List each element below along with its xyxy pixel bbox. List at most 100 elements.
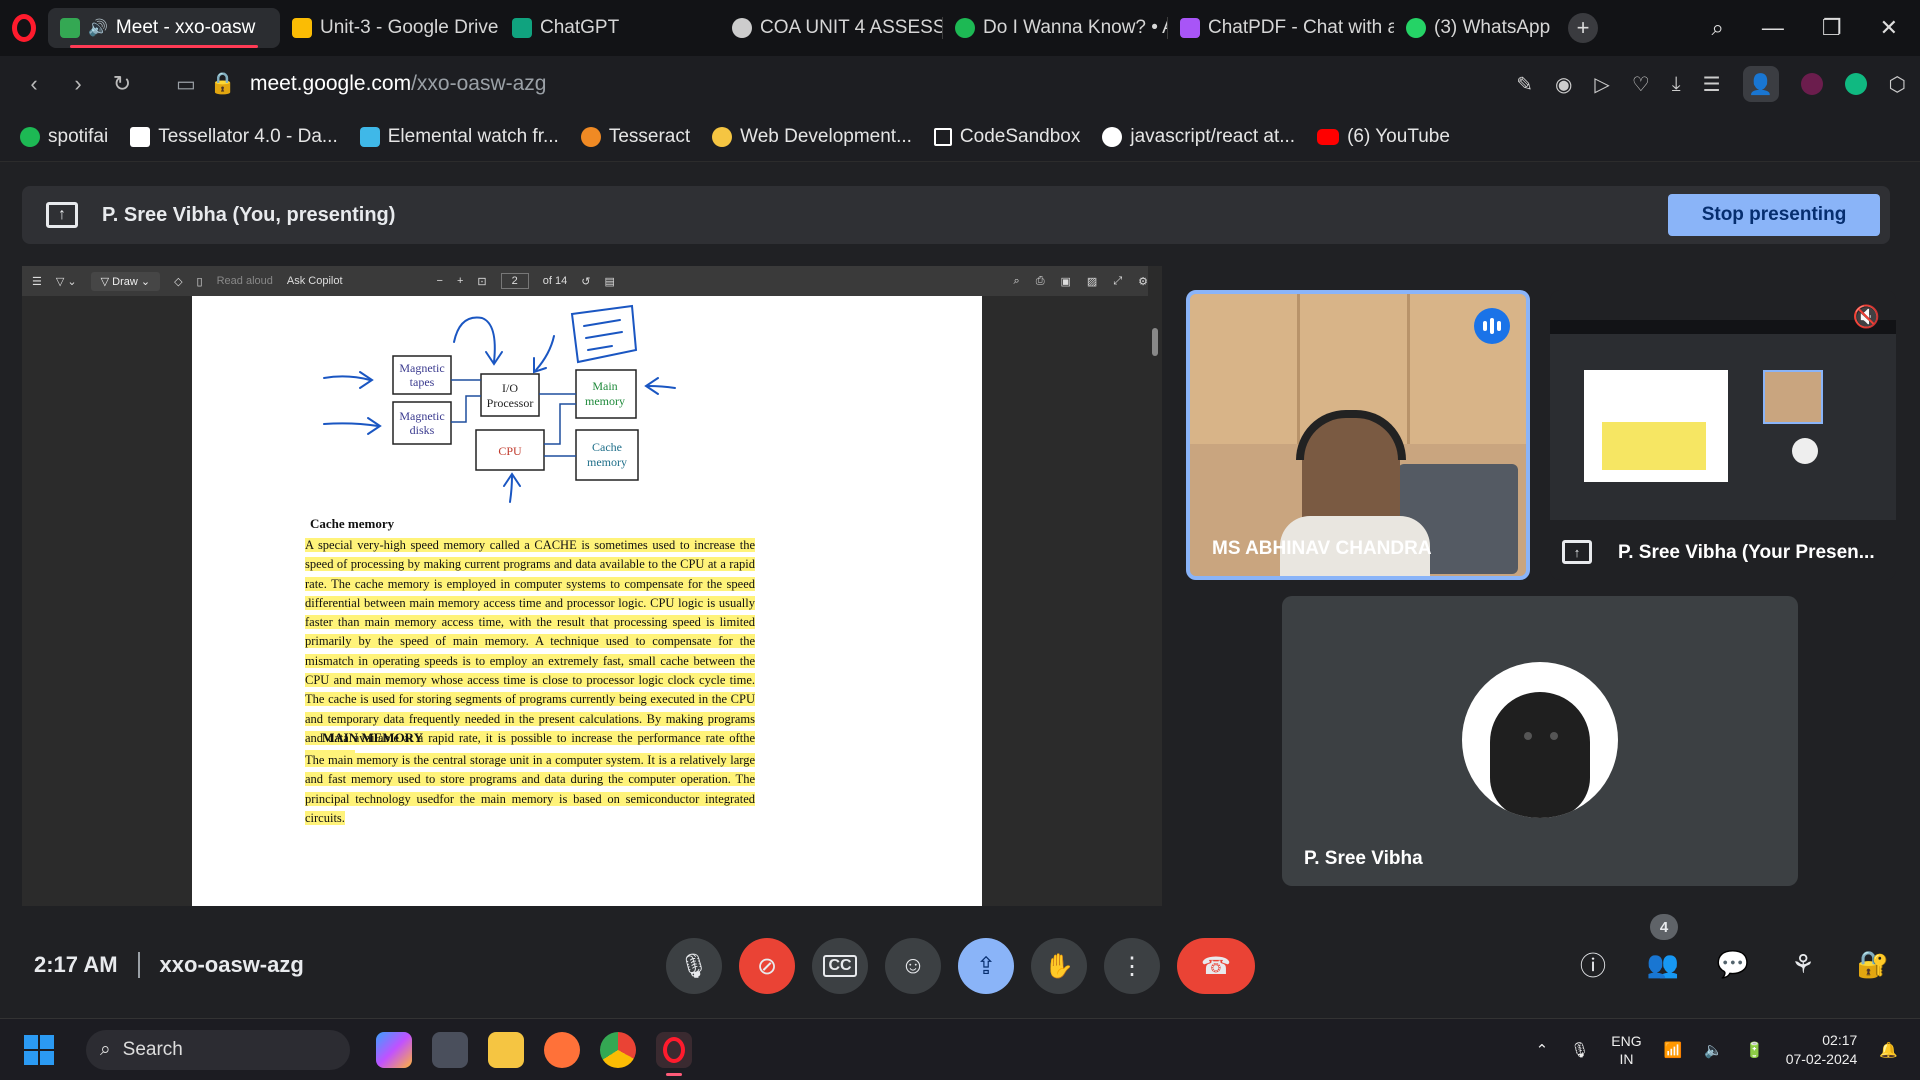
url-field[interactable]: ▭ 🔒 meet.google.com/xxo-oasw-azg xyxy=(176,72,546,97)
extensions-cube-icon[interactable]: ⬡ xyxy=(1889,72,1906,97)
minimize-icon[interactable]: — xyxy=(1762,15,1784,41)
opera-app-icon[interactable] xyxy=(656,1031,692,1076)
system-tray: ⌃ 🎙 ENG IN 📶 🔈 🔋 02:17 07-02-2024 🔔 xyxy=(1536,1031,1920,1069)
download-icon[interactable]: ⤓ xyxy=(1672,73,1681,96)
chevron-up-icon[interactable]: ⌃ xyxy=(1536,1041,1549,1059)
firefox-icon[interactable] xyxy=(544,1031,580,1068)
page-view-icon[interactable]: ▤ xyxy=(604,275,614,288)
host-controls-button[interactable]: 🔐 xyxy=(1856,944,1890,984)
camera-off-button[interactable]: ⊘ xyxy=(739,938,795,994)
read-aloud-button[interactable]: Read aloud xyxy=(217,275,273,287)
leave-call-button[interactable]: ☎ xyxy=(1177,938,1255,994)
captions-button[interactable]: CC xyxy=(812,938,868,994)
close-icon[interactable]: ✕ xyxy=(1880,15,1898,41)
wifi-icon[interactable]: 📶 xyxy=(1664,1041,1683,1059)
tab-spotify[interactable]: Do I Wanna Know? • A xyxy=(943,8,1167,48)
extension-icon[interactable] xyxy=(1844,73,1867,95)
reactions-button[interactable]: ☺ xyxy=(885,938,941,994)
zoom-in-icon[interactable]: + xyxy=(457,275,463,287)
new-tab-button[interactable]: + xyxy=(1568,13,1598,43)
speaker-icon[interactable]: 🔊 xyxy=(88,18,108,38)
draw-button[interactable]: ▽ Draw ⌄ xyxy=(90,271,161,291)
save-icon[interactable]: ▣ xyxy=(1061,275,1071,288)
zoom-out-icon[interactable]: − xyxy=(437,275,443,287)
search-icon[interactable]: ⌕ xyxy=(1014,275,1020,288)
participant-tile-speaker[interactable]: MS ABHINAV CHANDRA xyxy=(1186,290,1530,580)
search-tabs-icon[interactable]: ⌕ xyxy=(1712,15,1724,41)
easy-setup-icon[interactable]: ☰ xyxy=(1703,72,1721,97)
raise-hand-button[interactable]: ✋ xyxy=(1031,938,1087,994)
bookmark-elemental[interactable]: Elemental watch fr... xyxy=(359,126,559,148)
camera-icon[interactable]: ◉ xyxy=(1555,72,1572,97)
calculator-app-icon[interactable] xyxy=(432,1031,468,1068)
tab-label: Unit-3 - Google Drive xyxy=(320,17,499,38)
chrome-icon[interactable] xyxy=(600,1031,636,1068)
text-icon[interactable]: ▯ xyxy=(197,275,203,288)
battery-icon[interactable]: 🔋 xyxy=(1745,1041,1764,1059)
meeting-time: 2:17 AM xyxy=(34,952,118,977)
restore-icon[interactable]: ❐ xyxy=(1822,15,1842,41)
print-icon[interactable]: ⎙ xyxy=(1036,275,1045,288)
contents-icon[interactable]: ☰ xyxy=(32,275,42,288)
opera-logo[interactable] xyxy=(0,0,48,56)
microphone-tray-icon[interactable]: 🎙 xyxy=(1570,1041,1589,1059)
reload-icon[interactable]: ↻ xyxy=(102,64,142,104)
settings-icon[interactable]: ⚙ xyxy=(1138,275,1148,288)
eraser-icon[interactable]: ◇ xyxy=(174,275,182,288)
tab-chatpdf[interactable]: ChatPDF - Chat with ar xyxy=(1168,8,1394,48)
taskbar-search[interactable]: ⌕ Search xyxy=(86,1029,350,1070)
system-clock[interactable]: 02:17 07-02-2024 xyxy=(1786,1031,1858,1069)
save-as-icon[interactable]: ▨ xyxy=(1087,275,1097,288)
bookmark-spotifai[interactable]: spotifai xyxy=(20,126,108,148)
participant-name: P. Sree Vibha (Your Presen... xyxy=(1618,542,1875,563)
present-button[interactable]: ⇪ xyxy=(958,938,1014,994)
tab-coa[interactable]: COA UNIT 4 ASSESSME xyxy=(720,8,942,48)
bookmark-github[interactable]: javascript/react at... xyxy=(1102,126,1295,148)
highlight-icon[interactable]: ▽ ⌄ xyxy=(56,275,77,288)
ask-copilot-button[interactable]: Ask Copilot xyxy=(287,275,343,287)
tab-chatgpt[interactable]: ChatGPT xyxy=(500,8,720,48)
people-button[interactable]: 4 👥 xyxy=(1646,914,1680,984)
bookmark-codesandbox[interactable]: CodeSandbox xyxy=(933,125,1081,148)
tab-whatsapp[interactable]: (3) WhatsApp xyxy=(1394,8,1560,48)
notification-bell-icon[interactable]: 🔔 xyxy=(1879,1041,1898,1059)
forward-icon[interactable]: › xyxy=(58,64,98,104)
bookmark-webdev[interactable]: Web Development... xyxy=(712,126,912,148)
heart-icon[interactable]: ♡ xyxy=(1632,72,1650,97)
lock-icon[interactable]: 🔒 xyxy=(210,72,236,96)
extension-icon[interactable] xyxy=(1800,73,1823,95)
windows-taskbar: ⌕ Search ⌃ 🎙 ENG IN 📶 🔈 🔋 02:17 07-02-20… xyxy=(0,1018,1920,1080)
copilot-app-icon[interactable] xyxy=(376,1031,412,1068)
profile-icon[interactable]: 👤 xyxy=(1742,66,1779,102)
rotate-icon[interactable]: ↺ xyxy=(581,275,590,288)
bookmark-youtube[interactable]: (6) YouTube xyxy=(1317,126,1450,148)
tab-drive[interactable]: Unit-3 - Google Drive xyxy=(280,8,500,48)
scroll-thumb[interactable] xyxy=(1152,328,1158,356)
participant-tile-self[interactable]: P. Sree Vibha xyxy=(1282,596,1798,886)
more-options-button[interactable]: ⋮ xyxy=(1104,938,1160,994)
participant-tile-presentation[interactable]: 🔇 ↑ P. Sree Vibha (Your Presen... xyxy=(1550,290,1896,580)
fullscreen-icon[interactable]: ⤢ xyxy=(1113,275,1122,288)
language-indicator[interactable]: ENG IN xyxy=(1611,1032,1641,1068)
page-number-input[interactable]: 2 xyxy=(500,273,529,289)
bookmark-tessellator[interactable]: Tessellator 4.0 - Da... xyxy=(130,126,338,148)
edit-icon[interactable]: ✎ xyxy=(1516,72,1533,97)
send-icon[interactable]: ▷ xyxy=(1594,72,1609,97)
bookmark-label: CodeSandbox xyxy=(959,125,1081,147)
back-icon[interactable]: ‹ xyxy=(14,64,54,104)
pdf-scrollbar[interactable] xyxy=(1148,266,1162,906)
start-button[interactable] xyxy=(24,1034,54,1065)
stop-presenting-button[interactable]: Stop presenting xyxy=(1668,194,1880,236)
microphone-button[interactable]: 🎙 xyxy=(666,938,722,994)
tab-meet[interactable]: 🔊 Meet - xxo-oasw xyxy=(48,8,280,48)
window-controls: ⌕ — ❐ ✕ xyxy=(1712,15,1920,41)
volume-icon[interactable]: 🔈 xyxy=(1704,1041,1723,1059)
bookmark-tesseract[interactable]: Tesseract xyxy=(580,126,690,148)
fit-page-icon[interactable]: ⊡ xyxy=(477,275,486,288)
camera-indicator-icon[interactable]: ▭ xyxy=(176,72,196,97)
chat-button[interactable]: 💬 xyxy=(1716,944,1750,984)
meeting-details-button[interactable]: ⓘ xyxy=(1576,944,1610,984)
activities-button[interactable]: ⚘ xyxy=(1786,944,1820,984)
pdf-toolbar-right: ⌕ ⎙ ▣ ▨ ⤢ ⚙ xyxy=(1014,275,1162,288)
file-explorer-icon[interactable] xyxy=(488,1031,524,1068)
